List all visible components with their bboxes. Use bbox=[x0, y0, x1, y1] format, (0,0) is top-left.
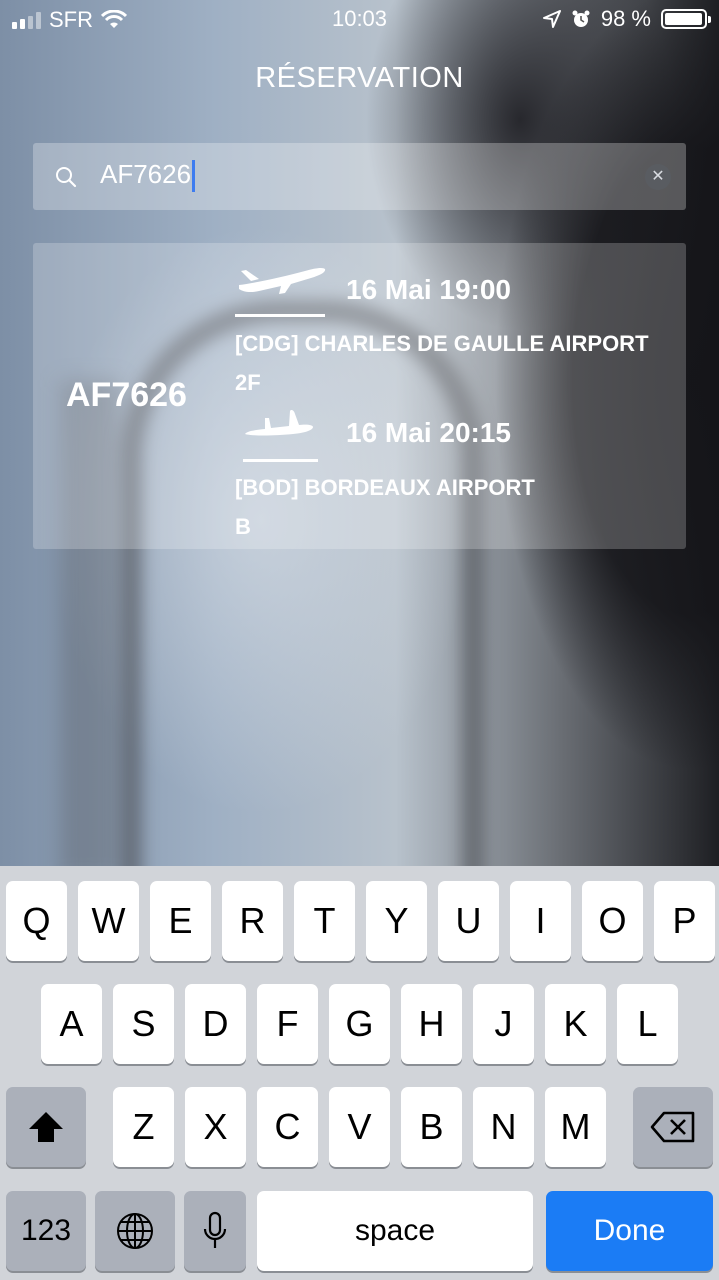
keyboard: QWERTYUIOP ASDFGHJKL ZXCVBNM 123 space D… bbox=[0, 866, 719, 1280]
key-z[interactable]: Z bbox=[113, 1087, 174, 1167]
key-m[interactable]: M bbox=[545, 1087, 606, 1167]
text-cursor bbox=[192, 160, 196, 193]
key-n[interactable]: N bbox=[473, 1087, 534, 1167]
arrival-terminal: B bbox=[235, 514, 251, 539]
globe-key[interactable] bbox=[95, 1191, 175, 1271]
key-y[interactable]: Y bbox=[366, 881, 427, 961]
plane-takeoff-icon bbox=[239, 267, 326, 294]
space-key[interactable]: space bbox=[257, 1191, 533, 1271]
key-f[interactable]: F bbox=[257, 984, 318, 1064]
key-o[interactable]: O bbox=[582, 881, 643, 961]
backspace-key[interactable] bbox=[633, 1087, 713, 1167]
key-a[interactable]: A bbox=[41, 984, 102, 1064]
microphone-icon bbox=[203, 1211, 227, 1248]
key-g[interactable]: G bbox=[329, 984, 390, 1064]
departure-underline bbox=[235, 314, 325, 317]
alarm-icon bbox=[572, 10, 590, 27]
shift-icon bbox=[29, 1112, 63, 1142]
search-field[interactable]: AF7626 ✕ bbox=[33, 143, 686, 210]
key-r[interactable]: R bbox=[222, 881, 283, 961]
key-i[interactable]: I bbox=[510, 881, 571, 961]
battery-icon bbox=[661, 9, 711, 29]
key-t[interactable]: T bbox=[294, 881, 355, 961]
key-w[interactable]: W bbox=[78, 881, 139, 961]
key-u[interactable]: U bbox=[438, 881, 499, 961]
key-k[interactable]: K bbox=[545, 984, 606, 1064]
page-title: RÉSERVATION bbox=[255, 62, 464, 94]
departure-airport: [CDG] CHARLES DE GAULLE AIRPORT bbox=[235, 331, 649, 356]
clear-icon[interactable]: ✕ bbox=[645, 164, 671, 190]
arrival-underline bbox=[243, 459, 318, 462]
status-bar: SFR 10:03 98 % bbox=[0, 0, 719, 40]
key-j[interactable]: J bbox=[473, 984, 534, 1064]
key-s[interactable]: S bbox=[113, 984, 174, 1064]
plane-landing-icon bbox=[245, 410, 313, 436]
flight-number: AF7626 bbox=[66, 376, 187, 414]
key-b[interactable]: B bbox=[401, 1087, 462, 1167]
key-h[interactable]: H bbox=[401, 984, 462, 1064]
arrival-airport: [BOD] BORDEAUX AIRPORT bbox=[235, 475, 535, 500]
departure-terminal: 2F bbox=[235, 370, 261, 395]
key-l[interactable]: L bbox=[617, 984, 678, 1064]
key-v[interactable]: V bbox=[329, 1087, 390, 1167]
numbers-key[interactable]: 123 bbox=[6, 1191, 86, 1271]
search-input[interactable]: AF7626 bbox=[100, 159, 196, 193]
done-key[interactable]: Done bbox=[546, 1191, 713, 1271]
backspace-icon bbox=[650, 1111, 695, 1143]
key-c[interactable]: C bbox=[257, 1087, 318, 1167]
battery-percent: 98 % bbox=[600, 6, 651, 31]
key-q[interactable]: Q bbox=[6, 881, 67, 961]
key-p[interactable]: P bbox=[654, 881, 715, 961]
arrival-datetime: 16 Mai 20:15 bbox=[346, 417, 511, 448]
key-x[interactable]: X bbox=[185, 1087, 246, 1167]
globe-icon bbox=[117, 1213, 153, 1249]
search-icon bbox=[56, 167, 77, 188]
departure-datetime: 16 Mai 19:00 bbox=[346, 274, 511, 305]
location-icon bbox=[542, 10, 561, 28]
shift-key[interactable] bbox=[6, 1087, 86, 1167]
key-e[interactable]: E bbox=[150, 881, 211, 961]
key-d[interactable]: D bbox=[185, 984, 246, 1064]
dictation-key[interactable] bbox=[184, 1191, 246, 1271]
flight-result-card[interactable]: AF7626 16 Mai 19:00 [CDG] CHARLES DE GAU… bbox=[33, 243, 686, 549]
